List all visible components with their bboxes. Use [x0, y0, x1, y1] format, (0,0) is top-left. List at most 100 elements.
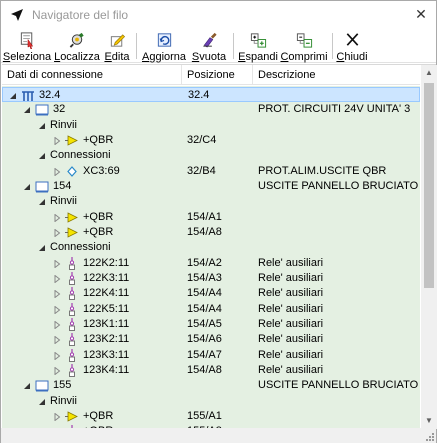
scroll-up-icon[interactable]: ▲	[421, 65, 437, 81]
description-cell	[258, 225, 418, 240]
expanded-caret-icon[interactable]	[38, 152, 46, 160]
sheet-icon	[35, 181, 49, 193]
tree-row[interactable]: Rinvii	[2, 194, 420, 209]
column-header-posizione[interactable]: Posizione	[182, 65, 253, 85]
tree-row[interactable]: 123K4:11 154/A8 Rele' ausiliari	[2, 363, 420, 378]
position-cell: 154/A1	[187, 210, 222, 223]
tree-row[interactable]: +QBR 32/C4	[2, 133, 420, 148]
expanded-caret-icon[interactable]	[38, 198, 46, 206]
tree-row[interactable]: 123K3:11 154/A7 Rele' ausiliari	[2, 348, 420, 363]
connection-name: XC3:69	[83, 164, 120, 177]
edita-button[interactable]: Edita	[104, 29, 130, 63]
tree-row[interactable]: 154 USCITE PANNELLO BRUCIATORE	[2, 179, 420, 194]
contact-icon	[69, 256, 75, 270]
collapsed-caret-icon[interactable]	[53, 290, 61, 299]
connection-name: Connessioni	[50, 241, 111, 254]
aggiorna-button[interactable]: Aggiorna	[142, 29, 186, 63]
scroll-thumb[interactable]	[424, 83, 434, 288]
position-cell: 32/B4	[187, 164, 216, 177]
contact-icon	[69, 317, 75, 331]
contact-icon	[69, 363, 75, 377]
collapsed-caret-icon[interactable]	[53, 305, 61, 314]
expanded-caret-icon[interactable]	[9, 92, 17, 100]
diamond-icon	[67, 165, 77, 177]
svuota-button[interactable]: Svuota	[191, 29, 227, 63]
tree-row[interactable]: Connessioni	[2, 240, 420, 255]
tree-row[interactable]: 122K4:11 154/A4 Rele' ausiliari	[2, 286, 420, 301]
connection-name: Connessioni	[50, 149, 111, 162]
close-icon	[346, 33, 358, 46]
collapsed-caret-icon[interactable]	[53, 259, 61, 268]
select-icon	[20, 32, 33, 49]
expanded-caret-icon[interactable]	[23, 183, 31, 191]
tree-row[interactable]: Rinvii	[2, 394, 420, 409]
toolbar: Seleziona Localizza Edita Aggiorna Svuota Esp…	[1, 29, 436, 63]
tree-row[interactable]: Rinvii	[2, 118, 420, 133]
tree-row[interactable]: 122K3:11 154/A3 Rele' ausiliari	[2, 271, 420, 286]
position-cell	[187, 179, 253, 194]
position-cell: 154/A7	[187, 348, 222, 361]
expanded-caret-icon[interactable]	[23, 382, 31, 390]
resize-grip-icon[interactable]	[424, 431, 434, 441]
tree-row[interactable]: +QBR 154/A8	[2, 225, 420, 240]
collapsed-caret-icon[interactable]	[53, 320, 61, 329]
description-cell: PROT.ALIM.USCITE QBR	[258, 164, 387, 177]
expanded-caret-icon[interactable]	[23, 106, 31, 114]
collapsed-caret-icon[interactable]	[53, 412, 61, 421]
collapsed-caret-icon[interactable]	[53, 274, 61, 283]
expanded-caret-icon[interactable]	[38, 122, 46, 130]
tree-row[interactable]: 32 PROT. CIRCUITI 24V UNITA' 3	[2, 102, 420, 117]
column-header: Dati di connessione Posizione Descrizion…	[2, 65, 420, 85]
localizza-label: Localizza	[54, 51, 100, 63]
connection-name: 122K3:11	[83, 271, 130, 284]
scroll-down-icon[interactable]: ▼	[421, 413, 437, 429]
tree-rows: 32.4 32.4 32 PROT. CIRCUITI 24V UNITA' 3 Rin…	[2, 86, 420, 429]
window-title: Navigatore del filo	[32, 8, 129, 22]
tree-row[interactable]: Connessioni	[2, 148, 420, 163]
collapsed-caret-icon[interactable]	[53, 228, 61, 237]
tree-row[interactable]: 122K5:11 154/A4 Rele' ausiliari	[2, 302, 420, 317]
description-cell	[258, 394, 418, 409]
toolbar-separator	[332, 33, 333, 59]
collapsed-caret-icon[interactable]	[53, 213, 61, 222]
wire-navigator-window: Navigatore del filo ✕ Seleziona Localizza…	[0, 0, 437, 443]
espandi-label: Espandi	[238, 51, 278, 63]
column-header-dati[interactable]: Dati di connessione	[2, 65, 182, 85]
description-cell	[258, 409, 418, 424]
tree-row[interactable]: XC3:69 32/B4 PROT.ALIM.USCITE QBR	[2, 164, 420, 179]
position-cell: 154/A4	[187, 302, 222, 315]
close-window-icon[interactable]: ✕	[414, 7, 428, 21]
tree-row[interactable]: 32.4 32.4	[2, 87, 420, 102]
expanded-caret-icon[interactable]	[38, 398, 46, 406]
tree-row[interactable]: +QBR 155/A1	[2, 409, 420, 424]
collapsed-caret-icon[interactable]	[53, 336, 61, 345]
tree-row[interactable]: +QBR 154/A1	[2, 210, 420, 225]
collapsed-caret-icon[interactable]	[53, 136, 61, 145]
vertical-scrollbar[interactable]: ▲ ▼	[421, 65, 437, 429]
position-cell: 32/C4	[187, 133, 217, 146]
expanded-caret-icon[interactable]	[38, 244, 46, 252]
contact-icon	[69, 333, 75, 347]
collapsed-caret-icon[interactable]	[53, 366, 61, 375]
comprimi-button[interactable]: Comprimi	[280, 29, 328, 63]
espandi-button[interactable]: Espandi	[238, 29, 278, 63]
description-cell: Rele' ausiliari	[258, 256, 324, 269]
tree-row[interactable]: 155 USCITE PANNELLO BRUCIATORE	[2, 378, 420, 393]
tree-row[interactable]: 123K1:11 154/A5 Rele' ausiliari	[2, 317, 420, 332]
connection-name: 123K1:11	[83, 317, 130, 330]
toolbar-separator	[136, 33, 137, 59]
tree-row[interactable]: 122K2:11 154/A2 Rele' ausiliari	[2, 256, 420, 271]
collapsed-caret-icon[interactable]	[53, 167, 61, 176]
position-cell: 154/A2	[187, 256, 222, 269]
seleziona-button[interactable]: Seleziona	[3, 29, 51, 63]
column-header-descrizione[interactable]: Descrizione	[253, 65, 420, 85]
connection-name: +QBR	[83, 133, 114, 146]
title-bar: Navigatore del filo ✕	[1, 1, 436, 29]
connection-name: 155	[53, 379, 72, 392]
localizza-button[interactable]: Localizza	[54, 29, 100, 63]
chiudi-button[interactable]: Chiudi	[336, 29, 368, 63]
position-cell: 32.4	[188, 89, 210, 101]
description-cell	[259, 88, 419, 103]
tree-row[interactable]: 123K2:11 154/A6 Rele' ausiliari	[2, 332, 420, 347]
collapsed-caret-icon[interactable]	[53, 351, 61, 360]
